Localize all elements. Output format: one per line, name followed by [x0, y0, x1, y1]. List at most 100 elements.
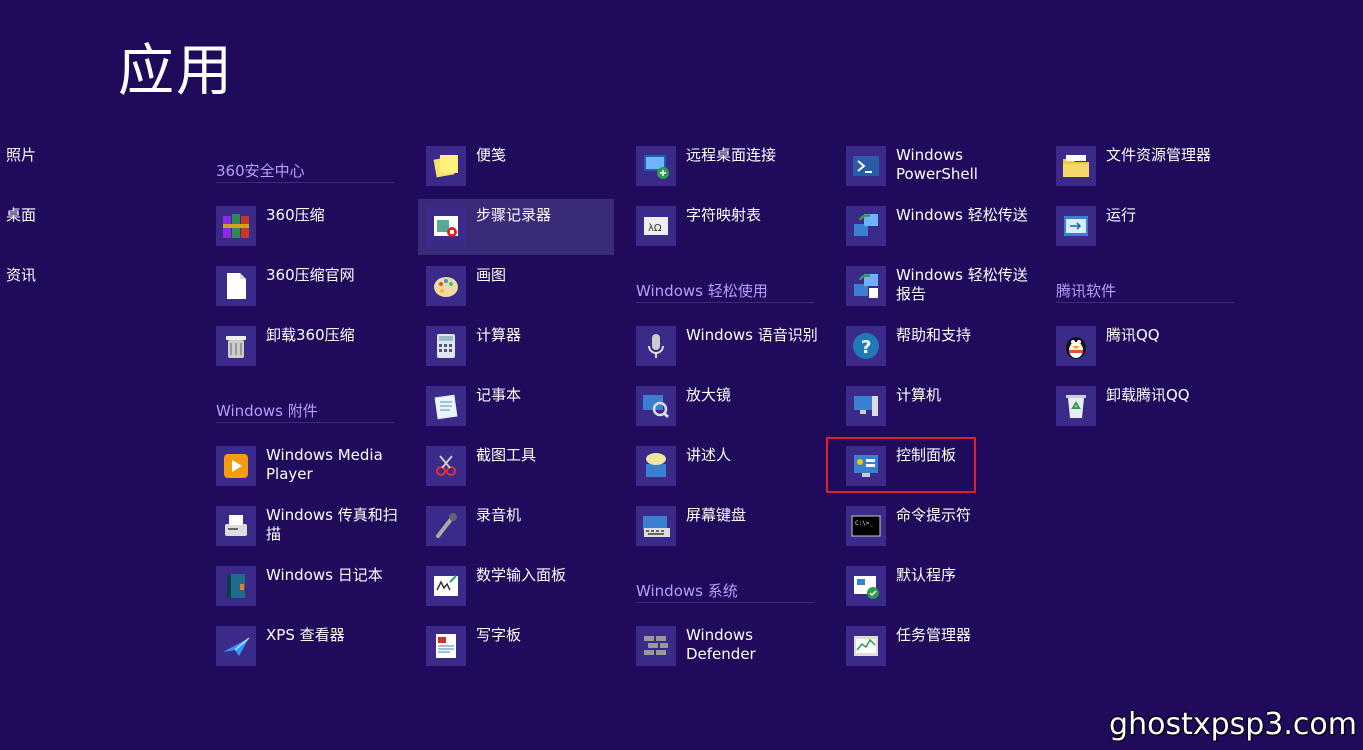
default-programs-icon — [846, 566, 886, 606]
control-panel-highlight — [826, 437, 976, 493]
app-tile-label: 截图工具 — [476, 446, 537, 464]
app-tile-file-explorer[interactable]: 文件资源管理器 — [1056, 144, 1256, 204]
apps-column-5: 文件资源管理器 运行腾讯软件腾讯QQ 卸载腾讯QQ — [1056, 144, 1256, 444]
steps-recorder-icon — [426, 206, 466, 246]
powershell-icon — [846, 146, 886, 186]
microphone-icon — [426, 506, 466, 546]
group-divider — [216, 422, 394, 423]
app-tile-label: 卸载腾讯QQ — [1106, 386, 1190, 404]
speech-recognition-icon — [636, 326, 676, 366]
app-tile-label: 数学输入面板 — [476, 566, 567, 584]
app-tile-easy-transfer[interactable]: Windows 轻松传送 — [846, 204, 1046, 264]
app-tile-sticky-notes[interactable]: 便笺 — [426, 144, 626, 204]
app-tile-computer[interactable]: 计算机 — [846, 384, 1046, 444]
group-header[interactable]: Windows 轻松使用 — [636, 264, 836, 324]
app-tile-easy-transfer-report[interactable]: Windows 轻松传送报告 — [846, 264, 1046, 324]
app-tile-label: 计算器 — [476, 326, 522, 344]
app-tile-recycle-bin[interactable]: 卸载腾讯QQ — [1056, 384, 1256, 444]
app-tile-help-question[interactable]: ? 帮助和支持 — [846, 324, 1046, 384]
app-tile-label: Windows 日记本 — [266, 566, 383, 584]
paint-palette-icon — [426, 266, 466, 306]
app-tile-qq-penguin[interactable]: 腾讯QQ — [1056, 324, 1256, 384]
app-tile-label: 默认程序 — [896, 566, 957, 584]
apps-column-4: Windows PowerShell Windows 轻松传送 Windows 轻松… — [846, 144, 1046, 684]
app-tile-label: 记事本 — [476, 386, 522, 404]
app-tile-on-screen-keyboard[interactable]: 屏幕键盘 — [636, 504, 836, 564]
app-tile-journal[interactable]: Windows 日记本 — [216, 564, 416, 624]
nav-item-photos[interactable]: 照片 — [6, 146, 96, 206]
math-input-icon — [426, 566, 466, 606]
media-player-icon — [216, 446, 256, 486]
app-tile-powershell[interactable]: Windows PowerShell — [846, 144, 1046, 204]
recycle-bin-icon — [1056, 386, 1096, 426]
nav-item-desktop[interactable]: 桌面 — [6, 206, 96, 266]
app-tile-run-dialog[interactable]: 运行 — [1056, 204, 1256, 264]
notepad-icon — [426, 386, 466, 426]
app-tile-label: 文件资源管理器 — [1106, 146, 1212, 164]
app-tile-label: 卸载360压缩 — [266, 326, 355, 344]
group-header[interactable]: Windows 附件 — [216, 384, 416, 444]
app-tile-winrar-books[interactable]: 360压缩 — [216, 204, 416, 264]
app-tile-math-input[interactable]: 数学输入面板 — [426, 564, 626, 624]
app-tile-default-programs[interactable]: 默认程序 — [846, 564, 1046, 624]
app-tile-calculator[interactable]: 计算器 — [426, 324, 626, 384]
remote-desktop-icon — [636, 146, 676, 186]
group-header-label: Windows 轻松使用 — [636, 282, 768, 300]
svg-text:?: ? — [861, 337, 871, 358]
qq-penguin-icon — [1056, 326, 1096, 366]
nav-item-news[interactable]: 资讯 — [6, 266, 96, 326]
app-tile-paint-palette[interactable]: 画图 — [426, 264, 626, 324]
app-tile-label: 写字板 — [476, 626, 522, 644]
app-tile-defender-wall[interactable]: Windows Defender — [636, 624, 836, 684]
app-tile-remote-desktop[interactable]: 远程桌面连接 — [636, 144, 836, 204]
app-tile-command-prompt[interactable]: C:\>_ 命令提示符 — [846, 504, 1046, 564]
app-tile-blank-document[interactable]: 360压缩官网 — [216, 264, 416, 324]
narrator-icon — [636, 446, 676, 486]
app-tile-label: 腾讯QQ — [1106, 326, 1160, 344]
file-explorer-icon — [1056, 146, 1096, 186]
uninstall-bin-icon — [216, 326, 256, 366]
group-divider — [216, 182, 394, 183]
app-tile-label: 计算机 — [896, 386, 942, 404]
app-tile-label: Windows 轻松传送报告 — [896, 266, 1028, 303]
app-tile-label: XPS 查看器 — [266, 626, 345, 644]
app-tile-label: 360压缩官网 — [266, 266, 355, 284]
wordpad-icon — [426, 626, 466, 666]
app-tile-character-map[interactable]: λΩ 字符映射表 — [636, 204, 836, 264]
page-title: 应用 — [118, 39, 234, 104]
app-tile-uninstall-bin[interactable]: 卸载360压缩 — [216, 324, 416, 384]
group-header-label: 360安全中心 — [216, 162, 305, 180]
app-tile-speech-recognition[interactable]: Windows 语音识别 — [636, 324, 836, 384]
apps-column-3: 远程桌面连接 λΩ 字符映射表 Windows 轻松使用 Windows 语音识别放大镜… — [636, 144, 836, 684]
app-tile-label: Windows 轻松传送 — [896, 206, 1028, 224]
app-tile-label: 运行 — [1106, 206, 1137, 224]
app-tile-label: Windows 传真和扫描 — [266, 506, 398, 543]
app-tile-label: 远程桌面连接 — [686, 146, 777, 164]
app-tile-label: Windows Media Player — [266, 446, 383, 483]
app-tile-wordpad[interactable]: 写字板 — [426, 624, 626, 684]
svg-text:λΩ: λΩ — [648, 223, 662, 234]
app-tile-magnifier[interactable]: 放大镜 — [636, 384, 836, 444]
on-screen-keyboard-icon — [636, 506, 676, 546]
app-tile-label: 放大镜 — [686, 386, 732, 404]
journal-icon — [216, 566, 256, 606]
app-tile-media-player[interactable]: Windows Media Player — [216, 444, 416, 504]
left-nav: 照片 桌面 资讯 — [6, 146, 96, 326]
app-tile-steps-recorder[interactable]: 步骤记录器 — [418, 199, 626, 264]
app-tile-microphone[interactable]: 录音机 — [426, 504, 626, 564]
app-tile-fax[interactable]: Windows 传真和扫描 — [216, 504, 416, 564]
group-header[interactable]: Windows 系统 — [636, 564, 836, 624]
svg-text:C:\>_: C:\>_ — [855, 520, 873, 527]
winrar-books-icon — [216, 206, 256, 246]
app-tile-xps-viewer[interactable]: XPS 查看器 — [216, 624, 416, 684]
group-header[interactable]: 腾讯软件 — [1056, 264, 1256, 324]
app-tile-snipping-tool[interactable]: 截图工具 — [426, 444, 626, 504]
snipping-tool-icon — [426, 446, 466, 486]
easy-transfer-report-icon — [846, 266, 886, 306]
watermark: ghostxpsp3.com — [1109, 707, 1357, 742]
app-tile-narrator[interactable]: 讲述人 — [636, 444, 836, 504]
app-tile-label: 任务管理器 — [896, 626, 972, 644]
app-tile-notepad[interactable]: 记事本 — [426, 384, 626, 444]
group-header[interactable]: 360安全中心 — [216, 144, 416, 204]
app-tile-task-manager[interactable]: 任务管理器 — [846, 624, 1046, 684]
